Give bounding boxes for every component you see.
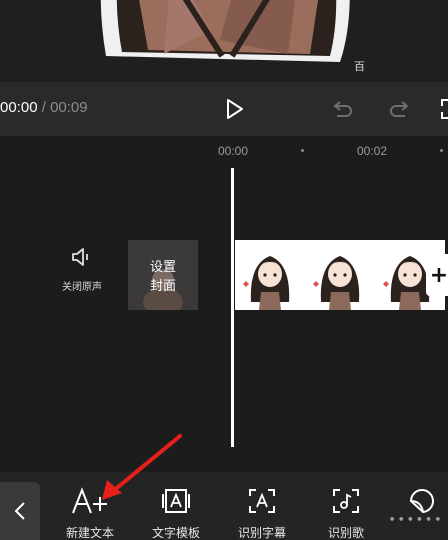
- text-template-label: 文字模板: [151, 526, 200, 540]
- recognize-lyrics-label: 识别歌: [327, 526, 364, 540]
- recognize-subtitles-icon: [249, 489, 275, 513]
- fullscreen-icon: [441, 99, 448, 119]
- play-button[interactable]: [219, 94, 249, 124]
- chevron-left-icon: [14, 502, 25, 520]
- watermark-glyph: 百: [354, 60, 365, 73]
- undo-icon: [333, 101, 352, 117]
- playhead[interactable]: [231, 168, 234, 447]
- video-clip-strip[interactable]: [235, 240, 445, 310]
- add-text-icon: [72, 487, 107, 514]
- recognize-subtitles-button[interactable]: 识别字幕: [220, 486, 304, 540]
- total-time: 00:09: [50, 99, 88, 116]
- watermark-text: ∙∙∙∙∙∙: [388, 512, 443, 527]
- back-button[interactable]: [0, 482, 40, 540]
- recognize-lyrics-button[interactable]: 识别歌: [304, 486, 388, 540]
- clip-frame: [305, 240, 375, 310]
- redo-icon: [390, 101, 409, 117]
- recognize-lyrics-icon: [333, 489, 359, 513]
- ruler-dot: [440, 149, 443, 152]
- redo-button[interactable]: [384, 94, 414, 124]
- timeline[interactable]: 00:00 00:02 关闭原声 设置 封面 +: [0, 136, 448, 472]
- plus-icon: +: [429, 262, 448, 288]
- video-preview[interactable]: 百: [0, 0, 448, 82]
- set-cover-label: 设置 封面: [149, 260, 176, 294]
- text-template-icon: [162, 489, 190, 513]
- set-cover-button[interactable]: 设置 封面: [128, 240, 198, 310]
- ruler-dot: [301, 149, 304, 152]
- time-display: 00:00 / 00:09: [0, 99, 88, 116]
- play-icon: [227, 99, 243, 119]
- fullscreen-button[interactable]: [436, 94, 448, 124]
- sticker-icon: [409, 489, 434, 514]
- time-separator: /: [37, 99, 51, 116]
- undo-button[interactable]: [328, 94, 358, 124]
- mute-original-audio-button[interactable]: 关闭原声: [52, 246, 112, 298]
- bottom-toolbar: 新建文本 文字模板 识别字幕 识别歌: [0, 472, 448, 540]
- speaker-icon: [72, 248, 88, 266]
- current-time: 00:00: [0, 99, 38, 116]
- new-text-button[interactable]: 新建文本: [48, 486, 132, 540]
- add-clip-button[interactable]: +: [426, 254, 448, 296]
- sticker-image: [100, 0, 350, 62]
- new-text-label: 新建文本: [65, 526, 114, 540]
- text-template-button[interactable]: 文字模板: [134, 486, 218, 540]
- recognize-subtitles-label: 识别字幕: [237, 526, 286, 540]
- ruler-label: 00:00: [218, 144, 249, 158]
- playback-bar: 00:00 / 00:09: [0, 82, 448, 136]
- mute-original-audio-label: 关闭原声: [62, 282, 102, 293]
- clip-frame: [235, 240, 305, 310]
- ruler-label: 00:02: [357, 144, 388, 158]
